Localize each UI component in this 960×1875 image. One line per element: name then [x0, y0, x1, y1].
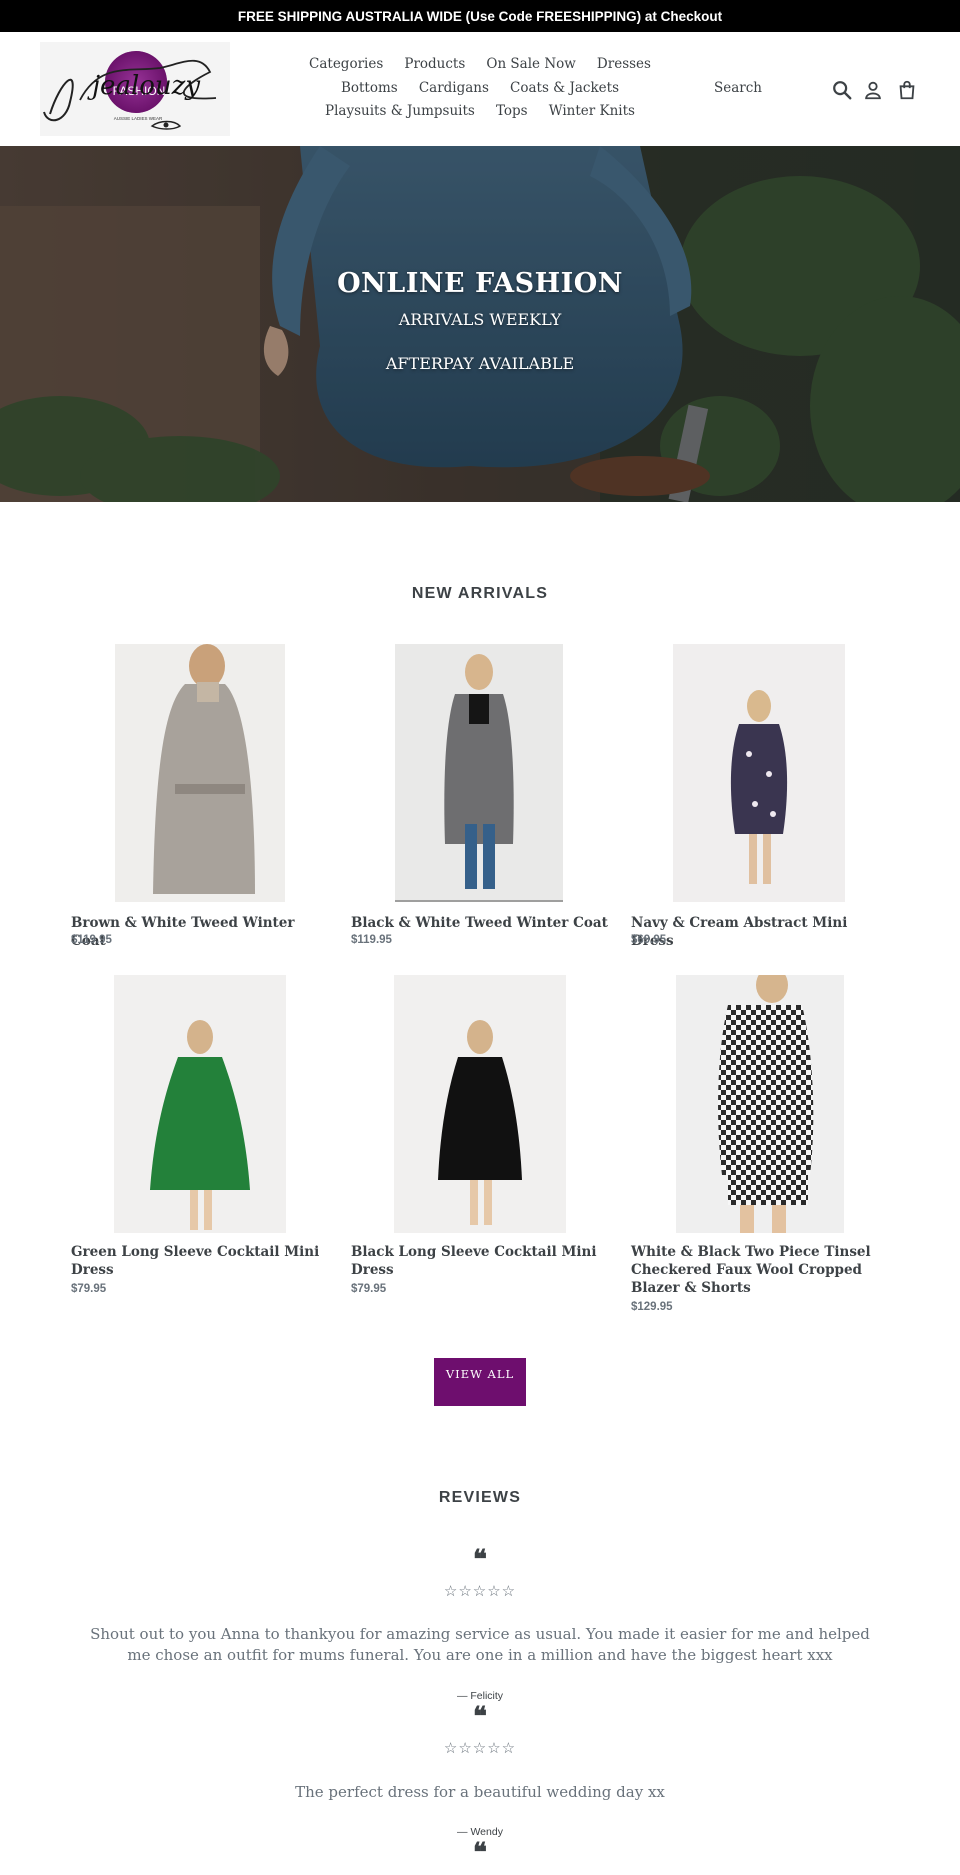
view-all-button[interactable]: VIEW ALL — [434, 1358, 526, 1406]
nav-search-link[interactable]: Search — [714, 80, 762, 96]
account-icon[interactable] — [862, 79, 884, 101]
review-stars: ☆☆☆☆☆ — [443, 1739, 517, 1757]
site-header: FASHION jealouzy AUSSIE LADIES WEAR Cate… — [0, 32, 960, 146]
nav-item-categories[interactable]: Categories — [309, 53, 383, 76]
product-title[interactable]: Green Long Sleeve Cocktail Mini Dress — [71, 1243, 331, 1279]
product-title[interactable]: White & Black Two Piece Tinsel Checkered… — [631, 1243, 891, 1297]
nav-item-coats-jackets[interactable]: Coats & Jackets — [510, 77, 619, 100]
review-author: — Felicity — [456, 1690, 504, 1702]
product-image[interactable] — [115, 644, 285, 902]
announcement-bar: FREE SHIPPING AUSTRALIA WIDE (Use Code F… — [0, 0, 960, 32]
announcement-text: FREE SHIPPING AUSTRALIA WIDE (Use Code F… — [237, 8, 723, 24]
nav-item-bottoms[interactable]: Bottoms — [341, 77, 398, 100]
review-text: The perfect dress for a beautiful weddin… — [295, 1783, 665, 1801]
product-title[interactable]: Navy & Cream Abstract Mini Dress — [631, 914, 891, 950]
nav-item-playsuits-jumpsuits[interactable]: Playsuits & Jumpsuits — [325, 100, 475, 123]
nav-item-tops[interactable]: Tops — [496, 100, 528, 123]
product-price: $119.95 — [71, 934, 112, 946]
product-image[interactable] — [395, 644, 563, 902]
product-price: $79.95 — [351, 1283, 387, 1295]
logo[interactable]: FASHION jealouzy AUSSIE LADIES WEAR — [40, 42, 230, 136]
product-image[interactable] — [673, 644, 845, 902]
product-price: $69.95 — [631, 934, 667, 946]
review-author: — Wendy — [457, 1826, 503, 1838]
search-icon[interactable] — [831, 79, 853, 101]
cart-icon[interactable] — [896, 79, 918, 101]
quote-icon: ❝ — [473, 1702, 487, 1732]
product-price: $79.95 — [71, 1283, 107, 1295]
product-image[interactable] — [394, 975, 566, 1233]
reviews-title: REVIEWS — [438, 1489, 522, 1506]
hero-subtitle-arrivals: ARRIVALS WEEKLY — [398, 310, 562, 329]
review-text: Shout out to you Anna to thankyou for am… — [90, 1625, 870, 1664]
hero-banner: ONLINE FASHION ARRIVALS WEEKLY AFTERPAY … — [0, 146, 960, 502]
main-nav: Categories Products On Sale Now Dresses … — [270, 52, 690, 123]
hero-title: ONLINE FASHION — [337, 268, 623, 299]
nav-item-cardigans[interactable]: Cardigans — [419, 77, 489, 100]
logo-graphic: FASHION jealouzy AUSSIE LADIES WEAR — [40, 42, 230, 136]
nav-item-products[interactable]: Products — [404, 53, 465, 76]
logo-tagline: AUSSIE LADIES WEAR — [114, 116, 163, 121]
product-price: $129.95 — [631, 1301, 673, 1313]
nav-item-winter-knits[interactable]: Winter Knits — [549, 100, 635, 123]
product-title[interactable]: Black & White Tweed Winter Coat — [351, 914, 611, 932]
review-stars: ☆☆☆☆☆ — [443, 1582, 517, 1600]
nav-item-on-sale-now[interactable]: On Sale Now — [486, 53, 575, 76]
product-image[interactable] — [676, 975, 844, 1233]
new-arrivals-title: NEW ARRIVALS — [411, 585, 549, 602]
logo-script: jealouzy — [87, 71, 200, 101]
quote-icon: ❝ — [473, 1545, 487, 1575]
product-title[interactable]: Black Long Sleeve Cocktail Mini Dress — [351, 1243, 611, 1279]
product-image[interactable] — [114, 975, 286, 1233]
quote-icon: ❝ — [473, 1838, 487, 1868]
nav-item-dresses[interactable]: Dresses — [597, 53, 651, 76]
product-price: $119.95 — [351, 934, 392, 946]
hero-subtitle-afterpay: AFTERPAY AVAILABLE — [385, 354, 575, 373]
